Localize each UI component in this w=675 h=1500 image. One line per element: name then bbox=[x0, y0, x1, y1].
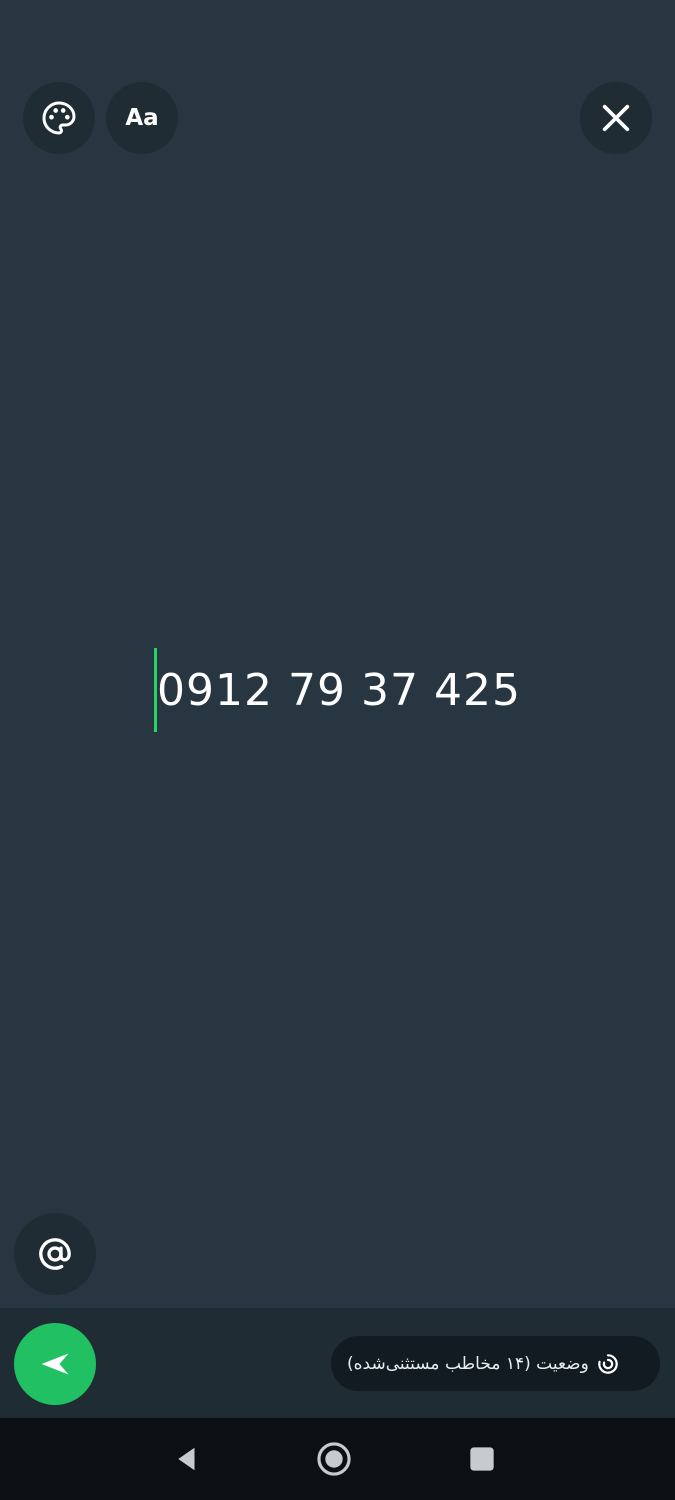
nav-recents-button[interactable] bbox=[459, 1436, 505, 1482]
at-sign-icon bbox=[39, 1238, 71, 1270]
color-palette-button[interactable] bbox=[23, 82, 95, 154]
status-text-editor[interactable]: 0912 79 37 425 bbox=[0, 640, 675, 740]
font-style-label: Aa bbox=[125, 105, 159, 131]
close-icon bbox=[602, 104, 630, 132]
status-privacy-label: وضعیت (۱۴ مخاطب مستثنی‌شده) bbox=[347, 1353, 589, 1374]
send-button[interactable] bbox=[14, 1323, 96, 1405]
nav-home-icon bbox=[317, 1442, 351, 1476]
status-text: 0912 79 37 425 bbox=[157, 664, 521, 716]
nav-home-button[interactable] bbox=[311, 1436, 357, 1482]
status-ring-icon bbox=[598, 1353, 618, 1374]
nav-recents-icon bbox=[470, 1447, 494, 1471]
status-privacy-button[interactable]: وضعیت (۱۴ مخاطب مستثنی‌شده) bbox=[331, 1336, 660, 1391]
send-arrow-icon bbox=[41, 1353, 69, 1375]
mention-button[interactable] bbox=[14, 1213, 96, 1295]
nav-back-icon bbox=[178, 1447, 195, 1471]
palette-icon bbox=[42, 101, 76, 135]
system-navigation-bar bbox=[0, 1418, 675, 1500]
close-button[interactable] bbox=[580, 82, 652, 154]
nav-back-button[interactable] bbox=[164, 1436, 210, 1482]
font-style-button[interactable]: Aa bbox=[106, 82, 178, 154]
